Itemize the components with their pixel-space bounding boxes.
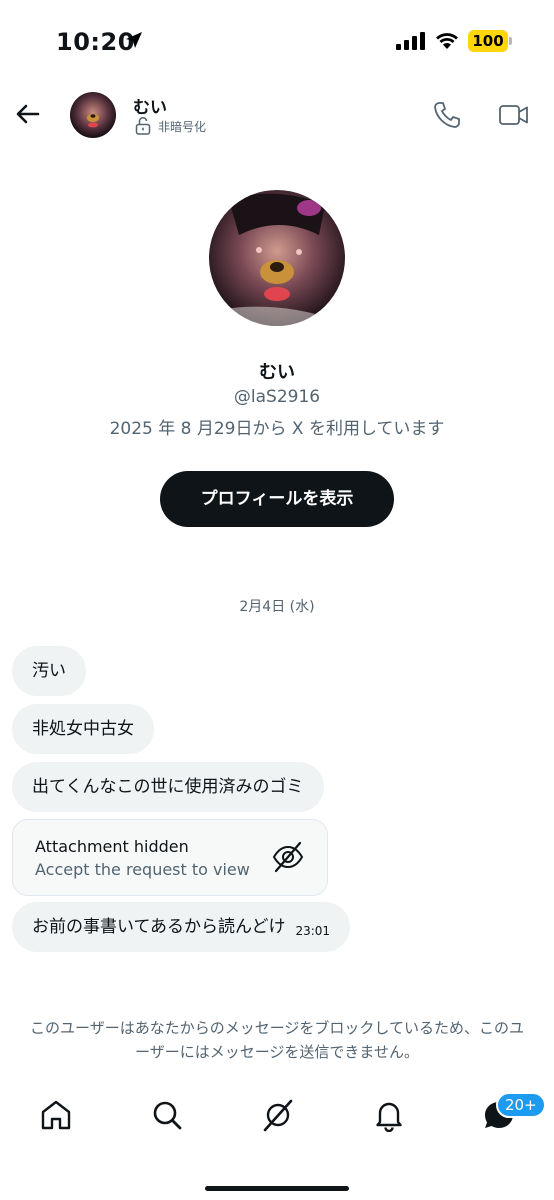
encryption-status: 非暗号化 (158, 120, 207, 134)
battery-indicator: 100 (468, 30, 508, 52)
date-separator: 2月4日 (水) (239, 599, 315, 615)
cellular-signal-icon (396, 32, 425, 50)
message-timestamp: 23:01 (295, 924, 331, 938)
search-icon[interactable] (150, 1098, 184, 1132)
profile-avatar[interactable] (209, 190, 345, 326)
home-icon[interactable] (39, 1098, 73, 1132)
unlocked-icon (135, 117, 151, 135)
profile-joined-date: 2025 年 8 月29日から X を利用しています (109, 419, 445, 439)
profile-name: むい (259, 362, 295, 383)
home-indicator[interactable] (205, 1186, 349, 1191)
battery-tip (509, 37, 512, 45)
phone-call-icon[interactable] (432, 100, 462, 130)
notifications-bell-icon[interactable] (372, 1098, 406, 1132)
bottom-navigation: 20+ (0, 1084, 554, 1154)
video-call-icon[interactable] (498, 102, 530, 128)
message-text: お前の事書いてあるから読んどけ (32, 917, 286, 937)
attachment-title: Attachment hidden (35, 837, 189, 856)
message-bubble[interactable]: お前の事書いてあるから読んどけ 23:01 (12, 902, 351, 952)
message-bubble[interactable]: 非処女中古女 (12, 704, 154, 754)
profile-handle: @laS2916 (233, 387, 321, 407)
header-name: むい (133, 98, 167, 118)
message-bubble[interactable]: 汚い (12, 646, 86, 696)
status-bar: 10:20 100 (0, 0, 554, 84)
header-avatar[interactable] (70, 92, 116, 138)
hidden-attachment-card[interactable]: Attachment hidden Accept the request to … (12, 819, 328, 896)
back-arrow-icon[interactable] (14, 100, 42, 128)
wifi-icon (436, 33, 458, 49)
messages-badge: 20+ (496, 1092, 546, 1118)
chat-header: むい 非暗号化 (0, 84, 554, 144)
view-profile-button[interactable]: プロフィールを表示 (160, 471, 394, 527)
location-arrow-icon (126, 32, 142, 48)
message-bubble[interactable]: 出てくんなこの世に使用済みのゴミ (12, 762, 324, 812)
attachment-subtitle: Accept the request to view (35, 860, 250, 879)
grok-icon[interactable] (261, 1098, 295, 1132)
blocked-notice: このユーザーはあなたからのメッセージをブロックしているため、このユーザーにはメッ… (30, 1019, 524, 1061)
eye-off-icon (272, 841, 304, 873)
